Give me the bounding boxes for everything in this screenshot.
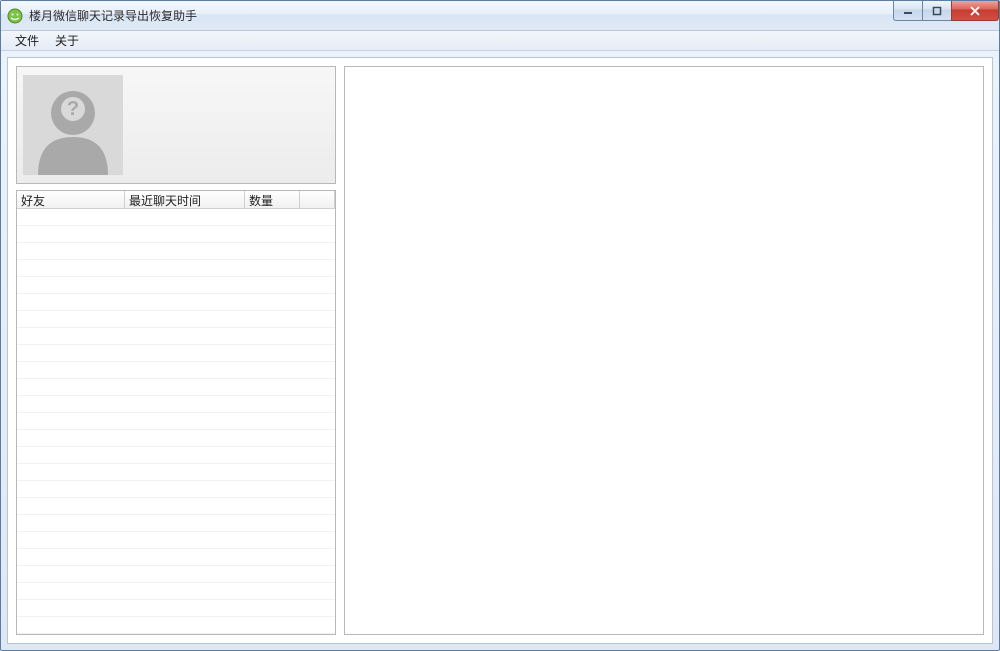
menubar: 文件 关于 bbox=[1, 31, 999, 51]
list-row[interactable] bbox=[17, 566, 335, 583]
list-row[interactable] bbox=[17, 209, 335, 226]
list-row[interactable] bbox=[17, 617, 335, 634]
list-row[interactable] bbox=[17, 243, 335, 260]
titlebar[interactable]: 楼月微信聊天记录导出恢复助手 bbox=[1, 1, 999, 31]
window-controls bbox=[894, 1, 999, 21]
list-row[interactable] bbox=[17, 413, 335, 430]
column-header-friend[interactable]: 好友 bbox=[17, 191, 125, 208]
list-row[interactable] bbox=[17, 430, 335, 447]
column-header-pad[interactable] bbox=[300, 191, 335, 208]
menu-about[interactable]: 关于 bbox=[47, 30, 87, 51]
avatar-placeholder: ? bbox=[23, 75, 123, 175]
left-panel: ? 好友 最近聊天时间 数量 bbox=[16, 66, 336, 635]
svg-text:?: ? bbox=[67, 98, 79, 120]
list-row[interactable] bbox=[17, 226, 335, 243]
list-row[interactable] bbox=[17, 498, 335, 515]
profile-box: ? bbox=[16, 66, 336, 184]
list-body bbox=[17, 209, 335, 634]
app-window: 楼月微信聊天记录导出恢复助手 文件 关于 bbox=[0, 0, 1000, 651]
column-header-count[interactable]: 数量 bbox=[245, 191, 300, 208]
list-row[interactable] bbox=[17, 549, 335, 566]
minimize-button[interactable] bbox=[893, 1, 923, 21]
list-row[interactable] bbox=[17, 396, 335, 413]
list-row[interactable] bbox=[17, 532, 335, 549]
list-row[interactable] bbox=[17, 294, 335, 311]
friend-list[interactable]: 好友 最近聊天时间 数量 bbox=[16, 190, 336, 635]
list-row[interactable] bbox=[17, 328, 335, 345]
menu-file[interactable]: 文件 bbox=[7, 30, 47, 51]
list-row[interactable] bbox=[17, 600, 335, 617]
column-header-time[interactable]: 最近聊天时间 bbox=[125, 191, 245, 208]
list-row[interactable] bbox=[17, 277, 335, 294]
list-row[interactable] bbox=[17, 481, 335, 498]
list-row[interactable] bbox=[17, 311, 335, 328]
chat-content-panel bbox=[344, 66, 984, 635]
window-title: 楼月微信聊天记录导出恢复助手 bbox=[29, 7, 197, 24]
list-row[interactable] bbox=[17, 464, 335, 481]
list-row[interactable] bbox=[17, 515, 335, 532]
close-button[interactable] bbox=[951, 1, 999, 21]
list-header: 好友 最近聊天时间 数量 bbox=[17, 191, 335, 209]
list-row[interactable] bbox=[17, 260, 335, 277]
list-row[interactable] bbox=[17, 345, 335, 362]
app-icon bbox=[7, 8, 23, 24]
list-row[interactable] bbox=[17, 379, 335, 396]
maximize-button[interactable] bbox=[922, 1, 952, 21]
list-row[interactable] bbox=[17, 447, 335, 464]
list-row[interactable] bbox=[17, 583, 335, 600]
list-row[interactable] bbox=[17, 362, 335, 379]
client-area: ? 好友 最近聊天时间 数量 bbox=[7, 57, 993, 644]
